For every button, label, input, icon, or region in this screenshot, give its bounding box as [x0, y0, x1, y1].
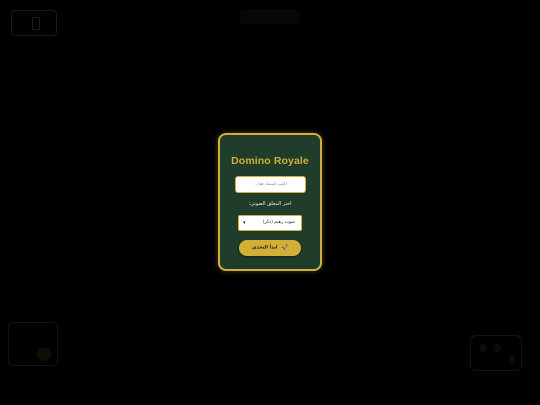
rocket-icon: 🚀 [281, 244, 289, 251]
start-modal: Domino Royale اختر المعلق الصوتي: صوت ره… [218, 133, 322, 271]
emoji-icon [493, 344, 501, 352]
emoji-icon [479, 344, 487, 352]
voice-label: اختر المعلق الصوتي: [248, 201, 292, 207]
coin-icon [37, 347, 51, 361]
voice-selected-value: صوت رهيم (ذكر) [262, 220, 295, 225]
score-banner [240, 10, 300, 24]
start-button-label: ابدأ التحدي [251, 245, 278, 251]
drop-icon [509, 355, 515, 364]
game-stage: Domino Royale اختر المعلق الصوتي: صوت ره… [0, 0, 540, 405]
start-challenge-button[interactable]: ابدأ التحدي 🚀 [239, 240, 301, 256]
player-panel [8, 322, 58, 366]
menu-button[interactable] [11, 10, 57, 36]
tile-icon [32, 17, 40, 30]
modal-title: Domino Royale [231, 155, 309, 167]
chevron-down-icon: ▾ [243, 220, 246, 226]
controls-panel[interactable] [470, 335, 522, 371]
voice-select[interactable]: صوت رهيم (ذكر) ▾ [238, 215, 302, 231]
player-name-input[interactable] [235, 176, 306, 193]
